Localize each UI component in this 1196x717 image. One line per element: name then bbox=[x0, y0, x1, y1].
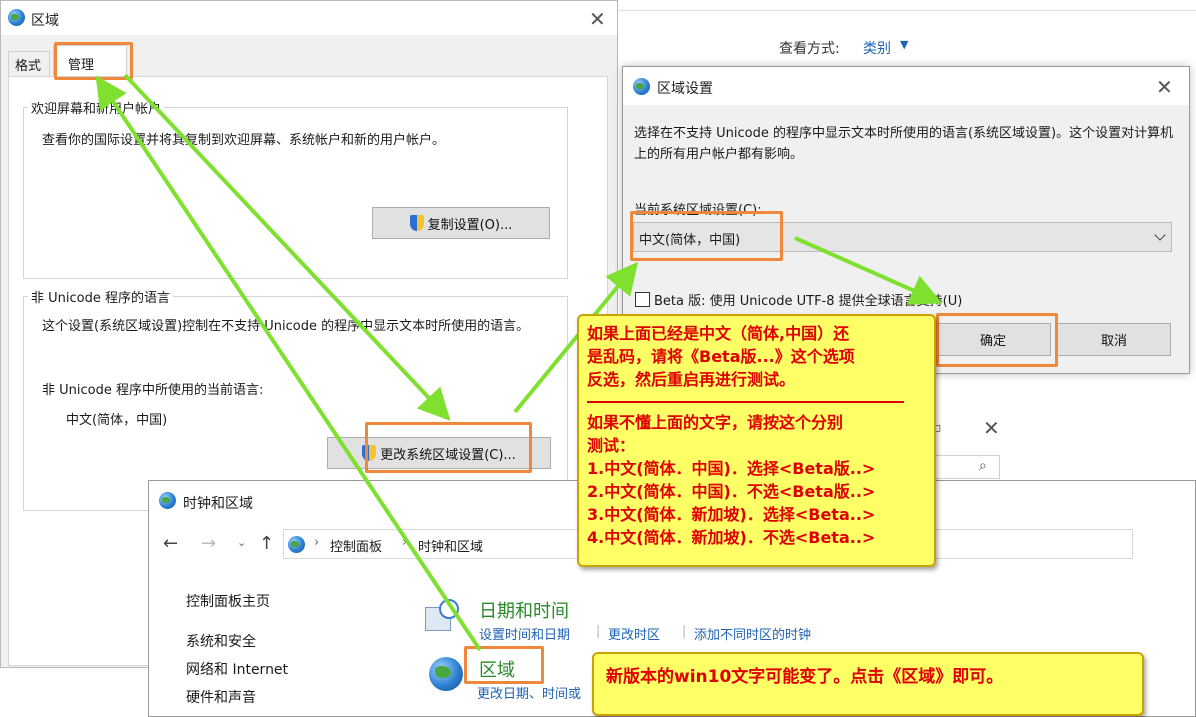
callout-line: 是乱码，请将《Beta版...》这个选项 bbox=[587, 347, 855, 366]
callout-text: 新版本的win10文字可能变了。点击《区域》即可。 bbox=[606, 667, 1004, 687]
callout-item: 2.中文(简体．中国)．不选<Beta版..> bbox=[587, 482, 876, 501]
callout-item: 4.中文(简体．新加坡)．不选<Beta..> bbox=[587, 528, 876, 547]
callout-item: 1.中文(简体．中国)．选择<Beta版..> bbox=[587, 459, 876, 478]
callout-bottom: 新版本的win10文字可能变了。点击《区域》即可。 bbox=[592, 652, 1144, 716]
callout-item: 3.中文(简体．新加坡)．选择<Beta..> bbox=[587, 505, 876, 524]
callout-divider bbox=[587, 401, 904, 403]
callout-main: 如果上面已经是中文（简体,中国）还 是乱码，请将《Beta版...》这个选项 反… bbox=[577, 314, 936, 567]
arrow-region-to-tab bbox=[95, 75, 482, 652]
callout-line: 反选，然后重启再进行测试。 bbox=[587, 370, 796, 389]
arrow-tab-to-button bbox=[123, 73, 451, 421]
callout-line: 测试： bbox=[587, 436, 636, 455]
callout-line: 如果不懂上面的文字，请按这个分别 bbox=[587, 413, 844, 432]
arrow-locale-to-ok bbox=[794, 236, 943, 305]
callout-line: 如果上面已经是中文（简体,中国）还 bbox=[587, 324, 850, 343]
